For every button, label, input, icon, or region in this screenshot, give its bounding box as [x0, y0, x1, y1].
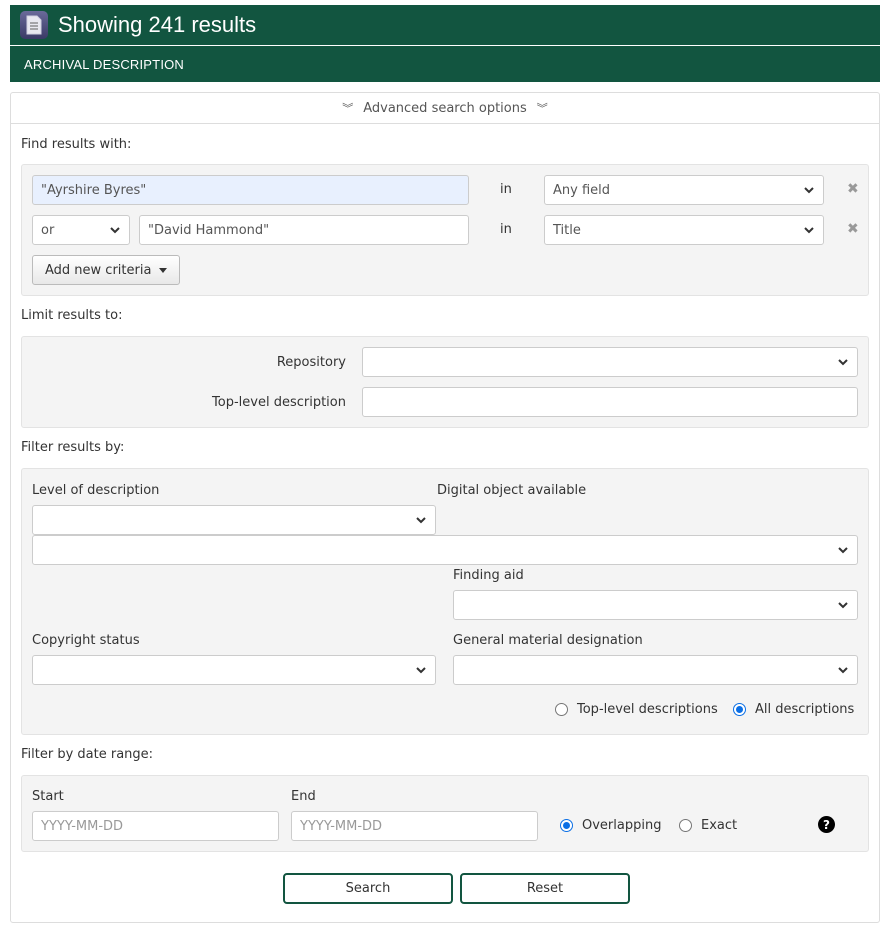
- top-level-description-input[interactable]: [362, 387, 858, 417]
- add-new-criteria-button[interactable]: Add new criteria: [32, 255, 181, 285]
- field-select-value: Any field: [553, 182, 611, 198]
- filter-results-label: Filter results by:: [21, 440, 125, 455]
- digital-object-available-select[interactable]: [32, 535, 858, 565]
- caret-down-icon: [159, 267, 168, 273]
- copyright-status-select[interactable]: [32, 655, 436, 685]
- finding-aid-label: Finding aid: [453, 568, 524, 583]
- digital-object-available-label: Digital object available: [437, 483, 587, 498]
- reset-button[interactable]: Reset: [460, 873, 630, 904]
- search-query-input-1[interactable]: "Ayrshire Byres": [32, 175, 469, 205]
- search-query-value: "David Hammond": [148, 222, 270, 238]
- field-select-2[interactable]: Title: [544, 215, 824, 245]
- radio-label: All descriptions: [755, 702, 855, 717]
- operator-select-2[interactable]: or: [32, 215, 130, 245]
- repository-label: Repository: [276, 355, 346, 370]
- advanced-search-panel: ︾ Advanced search options ︾ Find results…: [10, 92, 880, 923]
- remove-criteria-2-close-icon[interactable]: ✖: [847, 221, 859, 237]
- field-select-1[interactable]: Any field: [544, 175, 824, 205]
- chevron-down-icon: [804, 227, 814, 234]
- results-header: Showing 241 results: [10, 5, 880, 45]
- radio-button[interactable]: [733, 703, 746, 716]
- start-date-input[interactable]: [32, 811, 279, 841]
- chevron-down-icon: [804, 187, 814, 194]
- radio-button[interactable]: [679, 819, 692, 832]
- top-level-descriptions-radio[interactable]: Top-level descriptions: [555, 702, 718, 717]
- radio-label: Top-level descriptions: [577, 702, 718, 717]
- start-date-label: Start: [32, 789, 64, 804]
- exact-radio[interactable]: Exact: [679, 818, 737, 833]
- finding-aid-select[interactable]: [453, 590, 858, 620]
- filter-results-well: Level of description Digital object avai…: [21, 468, 869, 735]
- search-button[interactable]: Search: [283, 873, 453, 904]
- repository-select[interactable]: [362, 347, 858, 377]
- radio-label: Overlapping: [582, 818, 662, 833]
- chevron-down-icon: [110, 227, 120, 234]
- radio-button[interactable]: [560, 819, 573, 832]
- advanced-search-toggle[interactable]: ︾ Advanced search options ︾: [11, 93, 879, 124]
- end-date-label: End: [291, 789, 316, 804]
- in-label: in: [500, 222, 512, 237]
- chevron-down-icon: [838, 602, 848, 609]
- end-date-input[interactable]: [291, 811, 538, 841]
- chevron-down-icon: [416, 667, 426, 674]
- entity-type-label: ARCHIVAL DESCRIPTION: [10, 46, 880, 82]
- remove-criteria-1-close-icon[interactable]: ✖: [847, 181, 859, 197]
- radio-label: Exact: [701, 818, 738, 833]
- date-range-label: Filter by date range:: [21, 747, 154, 762]
- find-results-label: Find results with:: [21, 137, 132, 152]
- overlapping-radio[interactable]: Overlapping: [560, 818, 661, 833]
- general-material-designation-select[interactable]: [453, 655, 858, 685]
- in-label: in: [500, 182, 512, 197]
- search-query-input-2[interactable]: "David Hammond": [139, 215, 469, 245]
- find-criteria-well: "Ayrshire Byres" in Any field ✖ or "Davi…: [21, 164, 869, 296]
- level-of-description-label: Level of description: [32, 483, 160, 498]
- top-level-description-label: Top-level description: [212, 395, 346, 410]
- operator-select-value: or: [41, 222, 55, 238]
- advanced-search-toggle-label: Advanced search options: [363, 100, 527, 116]
- field-select-value: Title: [553, 222, 581, 238]
- level-of-description-select[interactable]: [32, 505, 436, 535]
- double-chevron-down-icon: ︾: [342, 102, 354, 115]
- copyright-status-label: Copyright status: [32, 633, 140, 648]
- limit-results-label: Limit results to:: [21, 308, 123, 323]
- general-material-designation-label: General material designation: [453, 633, 643, 648]
- date-range-well: Start End Overlapping Exact ?: [21, 775, 869, 852]
- chevron-down-icon: [838, 547, 848, 554]
- radio-button[interactable]: [555, 703, 568, 716]
- search-query-value: "Ayrshire Byres": [41, 182, 147, 198]
- chevron-down-icon: [416, 517, 426, 524]
- limit-results-well: Repository Top-level description: [21, 336, 869, 428]
- document-icon: [20, 11, 48, 39]
- all-descriptions-radio[interactable]: All descriptions: [733, 702, 854, 717]
- page-title: Showing 241 results: [58, 12, 257, 37]
- chevron-down-icon: [838, 359, 848, 366]
- add-new-criteria-label: Add new criteria: [45, 262, 152, 278]
- double-chevron-down-icon: ︾: [536, 102, 548, 115]
- question-circle-icon[interactable]: ?: [818, 816, 835, 833]
- chevron-down-icon: [838, 667, 848, 674]
